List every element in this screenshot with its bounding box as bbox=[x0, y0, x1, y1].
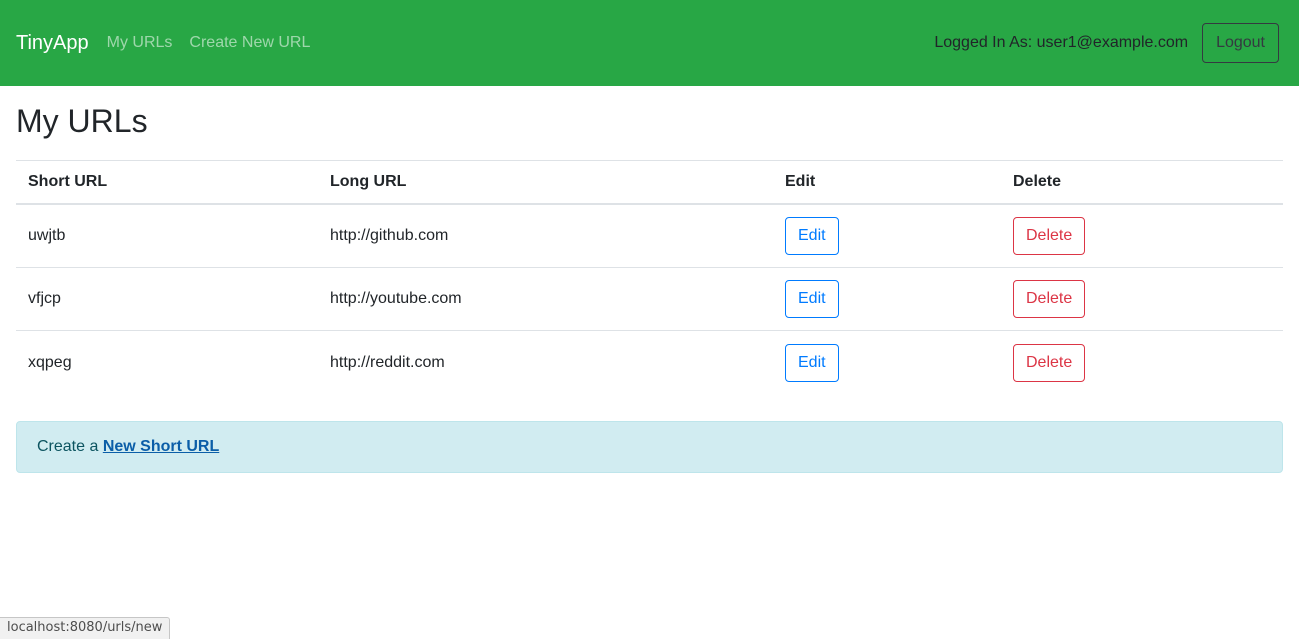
table-row: xqpeg http://reddit.com Edit Delete bbox=[16, 330, 1283, 394]
edit-button[interactable]: Edit bbox=[785, 280, 839, 319]
cell-edit: Edit bbox=[773, 267, 1001, 331]
column-header-edit: Edit bbox=[773, 160, 1001, 206]
cell-delete: Delete bbox=[1001, 330, 1283, 394]
table-row: vfjcp http://youtube.com Edit Delete bbox=[16, 267, 1283, 331]
urls-table: Short URL Long URL Edit Delete uwjtb htt… bbox=[16, 160, 1283, 394]
page-title: My URLs bbox=[16, 103, 148, 139]
browser-status-bar: localhost:8080/urls/new bbox=[0, 616, 171, 639]
nav-link-my-urls[interactable]: My URLs bbox=[107, 34, 173, 52]
navbar-brand[interactable]: TinyApp bbox=[16, 33, 89, 53]
cell-delete: Delete bbox=[1001, 267, 1283, 331]
delete-button[interactable]: Delete bbox=[1013, 280, 1086, 319]
cell-short-url: uwjtb bbox=[16, 203, 318, 268]
cell-long-url: http://reddit.com bbox=[318, 330, 773, 394]
navbar-nav: My URLs Create New URL bbox=[107, 34, 311, 52]
navbar-right-section: Logged In As: user1@example.com Logout bbox=[934, 23, 1283, 63]
logged-in-user-text: Logged In As: user1@example.com bbox=[934, 34, 1189, 51]
table-body: uwjtb http://github.com Edit Delete vfjc… bbox=[16, 203, 1283, 394]
edit-button[interactable]: Edit bbox=[785, 217, 839, 256]
nav-link-create-new-url[interactable]: Create New URL bbox=[189, 34, 310, 52]
cell-long-url: http://youtube.com bbox=[318, 267, 773, 331]
delete-button[interactable]: Delete bbox=[1013, 217, 1086, 256]
table-header: Short URL Long URL Edit Delete bbox=[16, 160, 1283, 206]
table-row: uwjtb http://github.com Edit Delete bbox=[16, 203, 1283, 268]
alert-prefix-text: Create a bbox=[37, 437, 103, 455]
create-url-alert: Create a New Short URL bbox=[16, 420, 1283, 473]
delete-button[interactable]: Delete bbox=[1013, 343, 1086, 382]
cell-edit: Edit bbox=[773, 203, 1001, 268]
navbar: TinyApp My URLs Create New URL Logged In… bbox=[0, 0, 1299, 86]
column-header-delete: Delete bbox=[1001, 160, 1283, 206]
new-short-url-link[interactable]: New Short URL bbox=[103, 438, 219, 455]
cell-delete: Delete bbox=[1001, 203, 1283, 268]
main-content: My URLs Short URL Long URL Edit Delete u… bbox=[0, 102, 1299, 473]
cell-long-url: http://github.com bbox=[318, 203, 773, 268]
cell-edit: Edit bbox=[773, 330, 1001, 394]
cell-short-url: xqpeg bbox=[16, 330, 318, 394]
table-header-row: Short URL Long URL Edit Delete bbox=[16, 160, 1283, 206]
logout-button[interactable]: Logout bbox=[1202, 23, 1279, 63]
column-header-long-url: Long URL bbox=[318, 160, 773, 206]
column-header-short-url: Short URL bbox=[16, 160, 318, 206]
cell-short-url: vfjcp bbox=[16, 267, 318, 331]
edit-button[interactable]: Edit bbox=[785, 343, 839, 382]
